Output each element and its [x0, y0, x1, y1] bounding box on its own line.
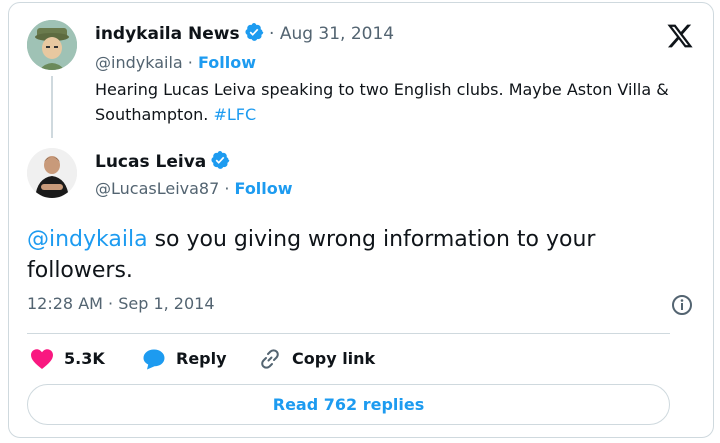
quoted-author-name[interactable]: indykaila News · Aug 31, 2014 [95, 22, 394, 45]
verified-badge-icon [245, 23, 263, 41]
person-photo-icon [27, 148, 77, 198]
info-icon[interactable] [670, 293, 694, 317]
main-author-avatar[interactable] [27, 148, 77, 198]
handle-separator: · [182, 53, 198, 72]
read-replies-button[interactable]: Read 762 replies [27, 384, 670, 425]
quoted-handle-line: @indykaila · Follow [95, 52, 256, 74]
mention-link[interactable]: @indykaila [27, 227, 148, 252]
quoted-tweet-body: Hearing Lucas Leiva speaking to two Engl… [95, 80, 669, 124]
speech-bubble-icon [143, 349, 165, 370]
date-separator: · [263, 24, 280, 44]
quoted-author-handle[interactable]: @indykaila [95, 53, 183, 72]
heart-icon [31, 349, 53, 369]
main-author-handle[interactable]: @LucasLeiva87 [95, 179, 219, 198]
quoted-tweet-date[interactable]: Aug 31, 2014 [280, 24, 394, 44]
quoted-author-name-text[interactable]: indykaila News [95, 24, 240, 44]
main-follow-button[interactable]: Follow [235, 179, 293, 198]
copy-link-label: Copy link [292, 349, 376, 368]
handle-separator: · [219, 179, 235, 198]
main-author-name[interactable]: Lucas Leiva [95, 150, 230, 173]
main-tweet-text: @indykaila so you giving wrong informati… [27, 224, 677, 286]
link-icon [261, 349, 279, 369]
main-author-name-text[interactable]: Lucas Leiva [95, 152, 206, 172]
quoted-follow-button[interactable]: Follow [198, 53, 256, 72]
reply-label: Reply [176, 349, 227, 368]
quoted-author-avatar[interactable] [27, 20, 77, 70]
reply-button[interactable]: Reply [142, 347, 227, 371]
verified-badge-icon [211, 151, 230, 169]
hashtag-link[interactable]: #LFC [213, 105, 256, 124]
cartoon-avatar-icon [27, 20, 77, 70]
tweet-timestamp[interactable]: 12:28 AM · Sep 1, 2014 [27, 293, 215, 315]
x-logo-icon[interactable] [666, 22, 694, 50]
copy-link-button[interactable]: Copy link [258, 347, 375, 371]
thread-connector-line [51, 76, 53, 138]
quoted-tweet-text: Hearing Lucas Leiva speaking to two Engl… [95, 77, 695, 127]
main-handle-line: @LucasLeiva87 · Follow [95, 178, 293, 200]
like-count: 5.3K [64, 349, 105, 368]
actions-divider [27, 333, 670, 334]
like-button[interactable]: 5.3K [30, 347, 105, 371]
